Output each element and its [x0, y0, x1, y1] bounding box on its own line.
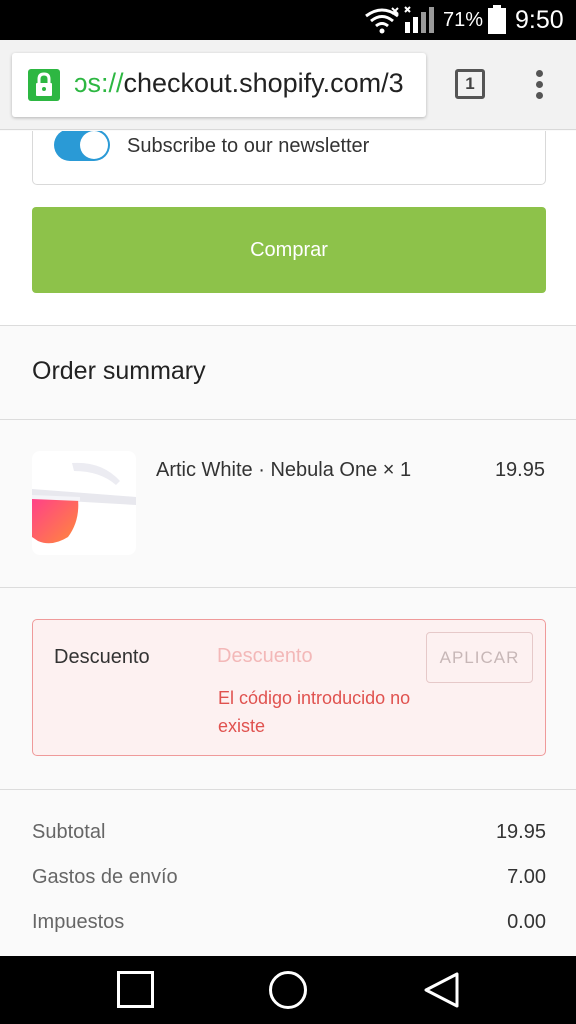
subtotal-row: Subtotal 19.95 [32, 821, 546, 844]
overflow-menu-icon[interactable] [534, 70, 544, 100]
browser-toolbar: ɔs://checkout.shopify.com/3 1 [0, 40, 576, 130]
home-icon[interactable] [269, 971, 307, 1009]
battery-icon [488, 5, 506, 34]
navigation-bar [0, 956, 576, 1024]
divider [0, 419, 576, 420]
wifi-icon [365, 7, 399, 34]
url-host: checkout.shopify.com/3 [123, 68, 404, 98]
shipping-label: Gastos de envío [32, 866, 178, 888]
back-icon[interactable] [422, 970, 462, 1010]
url-text: ɔs://checkout.shopify.com/3 [74, 68, 404, 99]
product-price: 19.95 [494, 459, 545, 481]
taxes-value: 0.00 [507, 911, 546, 933]
buy-button[interactable]: Comprar [32, 207, 546, 293]
shipping-row: Gastos de envío 7.00 [32, 866, 546, 889]
toggle-knob [80, 131, 108, 159]
discount-box: Descuento El código introducido no exist… [32, 619, 546, 756]
product-image [32, 451, 136, 555]
shipping-value: 7.00 [507, 866, 546, 888]
status-time: 9:50 [515, 6, 564, 34]
lock-icon [28, 69, 60, 101]
discount-input[interactable] [217, 640, 417, 672]
battery-percent: 71% [443, 9, 484, 31]
newsletter-card: Subscribe to our newsletter [32, 131, 546, 185]
taxes-label: Impuestos [32, 911, 125, 933]
newsletter-label: Subscribe to our newsletter [127, 135, 370, 157]
divider [0, 789, 576, 790]
address-bar[interactable]: ɔs://checkout.shopify.com/3 [12, 53, 426, 117]
signal-icon [404, 6, 434, 33]
subtotal-value: 19.95 [495, 821, 546, 843]
divider [0, 325, 576, 326]
order-summary-title: Order summary [32, 357, 206, 385]
screen: 71% 9:50 ɔs://checkout.shopify.com/3 1 S… [0, 0, 576, 1024]
discount-label: Descuento [54, 646, 150, 668]
status-bar: 71% 9:50 [0, 0, 576, 40]
taxes-row: Impuestos 0.00 [32, 911, 546, 934]
recents-icon[interactable] [117, 971, 154, 1008]
checkout-page: Subscribe to our newsletter Comprar Orde… [0, 131, 576, 956]
apply-discount-button[interactable]: APLICAR [426, 632, 533, 683]
divider [0, 587, 576, 588]
tab-switcher-button[interactable]: 1 [455, 69, 485, 99]
subtotal-label: Subtotal [32, 821, 106, 843]
newsletter-toggle[interactable] [54, 131, 110, 161]
product-name: Artic White · Nebula One × 1 [156, 459, 412, 481]
discount-error-message: El código introducido no existe [218, 688, 411, 736]
url-scheme: ɔs:// [74, 68, 124, 98]
